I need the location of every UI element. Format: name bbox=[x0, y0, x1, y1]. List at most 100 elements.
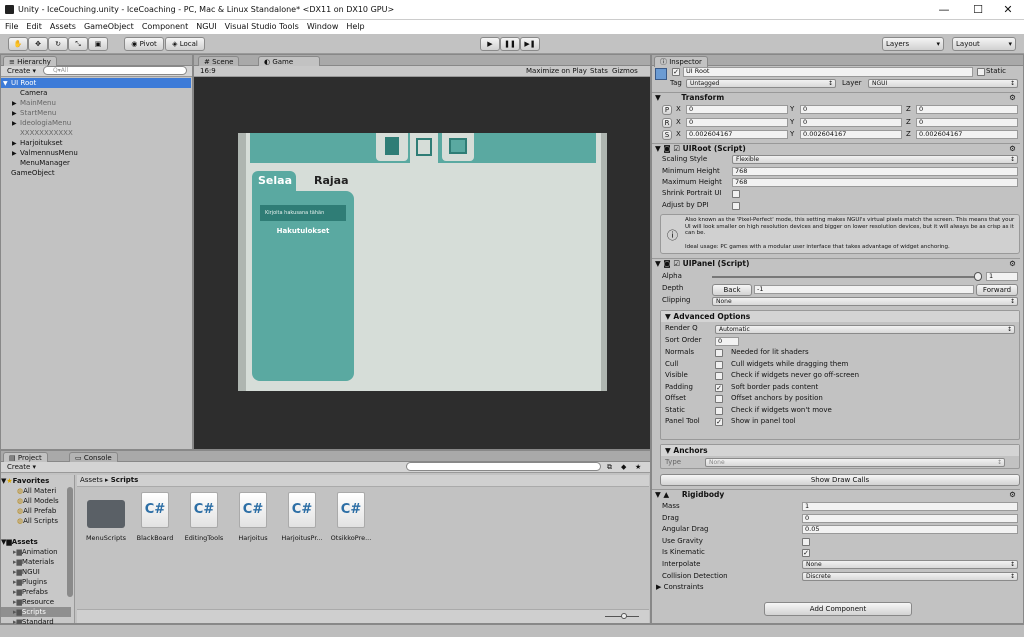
hierarchy-search-input[interactable]: Q▾All bbox=[43, 66, 187, 75]
asset-folder-item[interactable]: ▸▆Resource bbox=[1, 597, 71, 607]
game-tab-selaa[interactable]: Selaa bbox=[252, 171, 296, 193]
is-kinematic-checkbox[interactable]: ✓ bbox=[802, 549, 810, 557]
depth-field[interactable]: -1 bbox=[754, 285, 974, 294]
max-height-field[interactable]: 768 bbox=[732, 178, 1018, 187]
maximize-on-play-toggle[interactable]: Maximize on Play bbox=[526, 67, 587, 76]
asset-folder-item[interactable]: ▸▆Plugins bbox=[1, 577, 71, 587]
uipanel-enabled-checkbox[interactable]: ☑ bbox=[673, 259, 680, 268]
asset-item[interactable]: C# EditingTools bbox=[182, 492, 226, 542]
hierarchy-item[interactable]: GameObject bbox=[1, 168, 191, 178]
alpha-field[interactable]: 1 bbox=[986, 272, 1018, 281]
transform-y-field[interactable]: 0 bbox=[800, 105, 902, 114]
game-tab-icon-planner[interactable] bbox=[440, 133, 476, 163]
min-height-field[interactable]: 768 bbox=[732, 167, 1018, 176]
depth-forward-button[interactable]: Forward bbox=[976, 284, 1018, 296]
mass-field[interactable]: 1 bbox=[802, 502, 1018, 511]
gear-icon[interactable]: ⚙ bbox=[1009, 490, 1016, 500]
anchors-header[interactable]: ▼ Anchors bbox=[661, 445, 1019, 456]
uiroot-header[interactable]: ▼ ◙ ☑ UIRoot (Script) ⚙ bbox=[652, 143, 1020, 154]
menu-component[interactable]: Component bbox=[139, 20, 191, 34]
pivot-toggle[interactable]: ◉ Pivot bbox=[124, 37, 164, 51]
shrink-portrait-checkbox[interactable] bbox=[732, 190, 740, 198]
step-button[interactable]: ▶❚ bbox=[520, 37, 540, 51]
transform-y-field[interactable]: 0.002604167 bbox=[800, 130, 902, 139]
asset-item[interactable]: MenuScripts bbox=[84, 492, 128, 542]
transform-z-field[interactable]: 0 bbox=[916, 105, 1018, 114]
move-tool-button[interactable]: ✥ bbox=[28, 37, 48, 51]
transform-x-field[interactable]: 0.002604167 bbox=[686, 130, 788, 139]
stats-toggle[interactable]: Stats bbox=[590, 67, 608, 76]
menu-assets[interactable]: Assets bbox=[47, 20, 79, 34]
clipping-dropdown[interactable]: None bbox=[712, 297, 1018, 306]
object-name-field[interactable]: UI Root bbox=[683, 67, 973, 77]
active-checkbox[interactable]: ✓ bbox=[672, 68, 680, 76]
assets-header[interactable]: ▼▆Assets bbox=[1, 537, 71, 547]
drag-field[interactable]: 0 bbox=[802, 514, 1018, 523]
tag-dropdown[interactable]: Untagged bbox=[686, 79, 836, 88]
hierarchy-item[interactable]: Camera bbox=[1, 88, 191, 98]
layout-dropdown[interactable]: Layout ▾ bbox=[952, 37, 1016, 51]
scale-tool-button[interactable]: ⤡ bbox=[68, 37, 88, 51]
game-tab-rajaa[interactable]: Rajaa bbox=[308, 171, 352, 193]
asset-item[interactable]: C# HarjoitusPr... bbox=[280, 492, 324, 542]
add-component-button[interactable]: Add Component bbox=[764, 602, 912, 616]
project-search-input[interactable] bbox=[406, 462, 601, 471]
gear-icon[interactable]: ⚙ bbox=[1009, 144, 1016, 154]
transform-z-field[interactable]: 0.002604167 bbox=[916, 130, 1018, 139]
hand-tool-button[interactable]: ✋ bbox=[8, 37, 28, 51]
option-checkbox[interactable] bbox=[715, 372, 723, 380]
hierarchy-item[interactable]: ▶ ValmennusMenu bbox=[1, 148, 191, 158]
option-checkbox[interactable] bbox=[715, 349, 723, 357]
hierarchy-item[interactable]: XXXXXXXXXXX bbox=[1, 128, 191, 138]
transform-x-field[interactable]: 0 bbox=[686, 105, 788, 114]
close-button[interactable]: ✕ bbox=[994, 2, 1022, 18]
hierarchy-item[interactable]: ▶ Harjoitukset bbox=[1, 138, 191, 148]
aspect-dropdown[interactable]: 16:9 bbox=[200, 67, 216, 76]
filter-type-icon[interactable]: ⧉ bbox=[607, 463, 612, 472]
game-tab-icon-calendar[interactable] bbox=[410, 133, 438, 163]
project-create-button[interactable]: Create ▾ bbox=[7, 463, 36, 472]
icon-size-slider[interactable] bbox=[605, 613, 639, 619]
rotate-tool-button[interactable]: ↻ bbox=[48, 37, 68, 51]
asset-folder-item[interactable]: ▸▆Prefabs bbox=[1, 587, 71, 597]
transform-reset-button[interactable]: R bbox=[662, 117, 672, 128]
transform-header[interactable]: ▼ Transform ⚙ bbox=[652, 92, 1020, 103]
minimize-button[interactable]: — bbox=[930, 2, 958, 18]
game-tab-icon-notes[interactable] bbox=[374, 133, 410, 163]
favorites-header[interactable]: ▼★Favorites bbox=[1, 476, 71, 486]
interpolate-dropdown[interactable]: None bbox=[802, 560, 1018, 569]
asset-folder-item[interactable]: ▸▆NGUI bbox=[1, 567, 71, 577]
favorites-item[interactable]: ◍All Materi bbox=[1, 486, 71, 496]
hierarchy-item[interactable]: ▼ UI Root bbox=[1, 78, 191, 88]
menu-window[interactable]: Window bbox=[304, 20, 342, 34]
uiroot-enabled-checkbox[interactable]: ☑ bbox=[673, 144, 680, 153]
transform-reset-button[interactable]: S bbox=[662, 130, 672, 140]
hierarchy-item[interactable]: ▶ StartMenu bbox=[1, 108, 191, 118]
uipanel-header[interactable]: ▼ ◙ ☑ UIPanel (Script) ⚙ bbox=[652, 258, 1020, 269]
hierarchy-create-button[interactable]: Create ▾ bbox=[7, 67, 36, 76]
play-button[interactable]: ▶ bbox=[480, 37, 500, 51]
anchor-type-dropdown[interactable]: None bbox=[705, 458, 1005, 467]
favorites-item[interactable]: ◍All Models bbox=[1, 496, 71, 506]
project-tree-scrollbar[interactable] bbox=[67, 487, 73, 597]
pause-button[interactable]: ❚❚ bbox=[500, 37, 520, 51]
transform-reset-button[interactable]: P bbox=[662, 105, 672, 115]
maximize-button[interactable]: ☐ bbox=[964, 2, 992, 18]
menu-edit[interactable]: Edit bbox=[23, 20, 45, 34]
gear-icon[interactable]: ⚙ bbox=[1009, 259, 1016, 269]
menu-visual-studio-tools[interactable]: Visual Studio Tools bbox=[222, 20, 302, 34]
menu-file[interactable]: File bbox=[2, 20, 21, 34]
favorites-item[interactable]: ◍All Prefab bbox=[1, 506, 71, 516]
adjust-dpi-checkbox[interactable] bbox=[732, 202, 740, 210]
option-checkbox[interactable] bbox=[715, 406, 723, 415]
option-checkbox[interactable] bbox=[715, 360, 723, 369]
game-search-input[interactable]: Kirjoita hakusana tähän bbox=[260, 205, 346, 221]
use-gravity-checkbox[interactable] bbox=[802, 538, 810, 546]
scaling-style-dropdown[interactable]: Flexible bbox=[732, 155, 1018, 164]
filter-label-icon[interactable]: ◆ bbox=[621, 463, 626, 472]
asset-folder-item[interactable]: ▸▆Animation bbox=[1, 547, 71, 557]
asset-folder-item[interactable]: ▸▆Materials bbox=[1, 557, 71, 567]
gear-icon[interactable]: ⚙ bbox=[1009, 93, 1016, 103]
sort-order-field[interactable]: 0 bbox=[715, 337, 739, 346]
asset-item[interactable]: C# Harjoitus bbox=[231, 492, 275, 542]
